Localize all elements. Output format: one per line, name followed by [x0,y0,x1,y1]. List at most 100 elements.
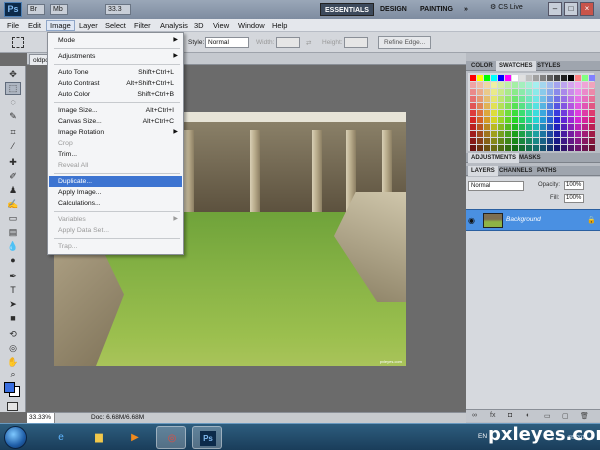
swatch[interactable] [554,75,560,81]
swatch[interactable] [484,103,490,109]
swatch[interactable] [568,124,574,130]
tab-color[interactable]: COLOR [468,61,496,71]
swatch[interactable] [547,110,553,116]
move-icon[interactable]: ✥ [5,68,21,81]
menu-item-auto-tone[interactable]: Auto Tone Shift+Ctrl+L [49,67,182,78]
folder-icon[interactable]: ▭ [544,412,551,420]
swatch[interactable] [477,82,483,88]
swatch[interactable] [533,138,539,144]
menu-item-apply-image[interactable]: Apply Image... [49,187,182,198]
swatch[interactable] [484,96,490,102]
swatch[interactable] [554,131,560,137]
swatch[interactable] [589,138,595,144]
swatch[interactable] [568,75,574,81]
swatch[interactable] [561,138,567,144]
swatch[interactable] [470,138,476,144]
swatch[interactable] [554,89,560,95]
brush-icon[interactable]: ✐ [5,170,21,183]
zoom-level-chip[interactable]: 33.3 [105,4,131,15]
swatch[interactable] [589,131,595,137]
swatch[interactable] [477,117,483,123]
swatch[interactable] [477,138,483,144]
swatch[interactable] [484,145,490,151]
style-select[interactable]: Normal [205,37,249,48]
swatch[interactable] [512,124,518,130]
tab-masks[interactable]: MASKS [516,153,544,163]
swatch[interactable] [568,110,574,116]
dodge-icon[interactable]: ● [5,254,21,267]
swatch[interactable] [470,117,476,123]
swatch[interactable] [589,145,595,151]
swatch[interactable] [498,75,504,81]
swatch[interactable] [540,96,546,102]
swatch[interactable] [484,131,490,137]
swatch[interactable] [484,75,490,81]
foreground-color-swatch[interactable] [4,382,15,393]
lasso-icon[interactable]: ◌ [5,96,21,109]
swatch[interactable] [589,124,595,130]
swatch[interactable] [512,89,518,95]
swatch[interactable] [505,82,511,88]
swatch[interactable] [484,117,490,123]
swatch[interactable] [526,145,532,151]
swatch[interactable] [540,124,546,130]
swatch[interactable] [561,103,567,109]
taskbar-chrome[interactable]: ◎ [156,426,186,449]
swatch[interactable] [589,96,595,102]
height-field[interactable] [344,37,368,48]
swatch[interactable] [512,82,518,88]
swatch[interactable] [533,110,539,116]
swatch[interactable] [498,103,504,109]
opacity-field[interactable]: 100% [564,181,584,190]
swatch[interactable] [554,117,560,123]
swatch[interactable] [575,124,581,130]
layer-row-background[interactable]: ◉ Background 🔒 [466,209,600,231]
new-layer-icon[interactable]: ▢ [562,412,569,420]
swatch[interactable] [491,145,497,151]
crop-icon[interactable]: ⌗ [5,126,21,139]
swatch[interactable] [582,110,588,116]
link-icon[interactable]: ∞ [472,412,477,419]
eye-icon[interactable]: ◉ [468,216,477,225]
menu-item-duplicate[interactable]: Duplicate... [49,176,182,187]
swatch[interactable] [491,117,497,123]
swatch[interactable] [568,117,574,123]
fill-field[interactable]: 100% [564,194,584,203]
swatch[interactable] [575,89,581,95]
close-icon[interactable]: × [580,2,594,16]
swatch[interactable] [491,75,497,81]
swatch[interactable] [540,110,546,116]
swatch[interactable] [477,145,483,151]
pen-icon[interactable]: ✒ [5,270,21,283]
swatch[interactable] [470,145,476,151]
swatch[interactable] [547,131,553,137]
swatch[interactable] [561,89,567,95]
swatch[interactable] [498,82,504,88]
tab-paths[interactable]: PATHS [534,166,559,176]
swatch[interactable] [526,131,532,137]
swatch[interactable] [498,145,504,151]
swatch[interactable] [512,138,518,144]
swatch[interactable] [540,89,546,95]
swatch[interactable] [554,82,560,88]
swatch[interactable] [533,75,539,81]
stamp-icon[interactable]: ♟ [5,184,21,197]
menu-select[interactable]: Select [102,20,129,31]
swatch[interactable] [519,117,525,123]
swatch[interactable] [484,138,490,144]
swatch[interactable] [554,96,560,102]
swatch[interactable] [519,75,525,81]
swatch[interactable] [470,131,476,137]
swatch[interactable] [477,131,483,137]
swatch[interactable] [589,89,595,95]
swatch[interactable] [470,96,476,102]
swatch[interactable] [526,124,532,130]
swatch[interactable] [519,96,525,102]
adjustment-layer-icon[interactable]: ◐ [526,412,530,419]
swatch[interactable] [554,138,560,144]
menu-view[interactable]: View [210,20,232,31]
swatch[interactable] [526,103,532,109]
swatch[interactable] [491,103,497,109]
eyedropper-icon[interactable]: ⁄ [5,140,21,153]
taskbar-ie[interactable]: e [46,426,76,449]
